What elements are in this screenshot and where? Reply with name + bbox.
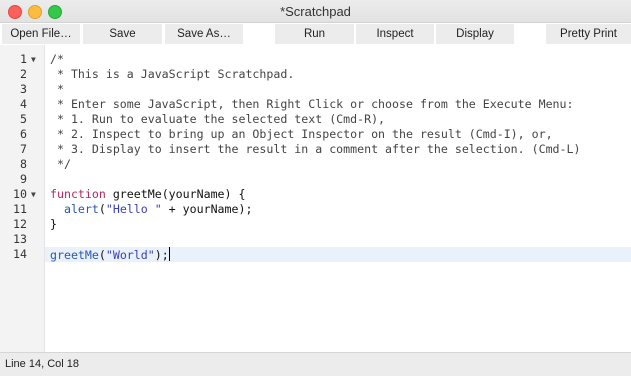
line-number: 14 xyxy=(13,247,27,261)
line-number: 5 xyxy=(20,112,27,126)
code-line[interactable]: } xyxy=(45,217,631,232)
save-as-button[interactable]: Save As… xyxy=(165,24,243,44)
code-token-plain: ( xyxy=(98,202,106,216)
line-number: 4 xyxy=(20,97,27,111)
code-line[interactable]: * 1. Run to evaluate the selected text (… xyxy=(45,112,631,127)
window-title-bar: *Scratchpad xyxy=(0,0,631,23)
line-number: 13 xyxy=(13,232,27,246)
code-line[interactable] xyxy=(45,172,631,187)
code-line[interactable]: */ xyxy=(45,157,631,172)
gutter-line: 11 xyxy=(0,202,44,217)
gutter-line: 6 xyxy=(0,127,44,142)
code-token-string: "Hello " xyxy=(105,202,162,216)
code-line[interactable]: * Enter some JavaScript, then Right Clic… xyxy=(45,97,631,112)
code-line[interactable]: * 3. Display to insert the result in a c… xyxy=(45,142,631,157)
gutter-line: 7 xyxy=(0,142,44,157)
code-token-comment: * This is a JavaScript Scratchpad. xyxy=(50,67,295,81)
gutter-line: 2 xyxy=(0,67,44,82)
display-button[interactable]: Display xyxy=(436,24,514,44)
code-token-comment: * xyxy=(50,82,64,96)
code-line[interactable] xyxy=(45,232,631,247)
line-number: 6 xyxy=(20,127,27,141)
open-file-button[interactable]: Open File… xyxy=(2,24,80,44)
code-line[interactable]: alert("Hello " + yourName); xyxy=(45,202,631,217)
code-token-comment: * 2. Inspect to bring up an Object Inspe… xyxy=(50,127,553,141)
pretty-print-button[interactable]: Pretty Print xyxy=(546,24,631,44)
code-token-plain: ( xyxy=(98,248,106,262)
gutter-line: 12 xyxy=(0,217,44,232)
gutter-line: 1 ▼ xyxy=(0,52,44,67)
code-token-plain: ); xyxy=(154,248,169,262)
code-token-string: "World" xyxy=(105,248,155,262)
line-number: 2 xyxy=(20,67,27,81)
line-number-gutter: 1 ▼ 2 3 4 5 6 7 8 9 10 ▼ 11 12 13 14 xyxy=(0,45,45,352)
run-button[interactable]: Run xyxy=(275,24,354,44)
code-token-plain: } xyxy=(50,217,57,231)
code-token-comment: * 3. Display to insert the result in a c… xyxy=(50,142,581,156)
line-number: 11 xyxy=(13,202,27,216)
code-token-func: alert xyxy=(63,202,99,216)
cursor-position: Line 14, Col 18 xyxy=(5,358,79,370)
code-line[interactable]: /* xyxy=(45,52,631,67)
window-title: *Scratchpad xyxy=(280,4,351,19)
gutter-line: 14 xyxy=(0,247,44,262)
toolbar: Open File… Save Save As… Run Inspect Dis… xyxy=(0,23,631,45)
gutter-line: 3 xyxy=(0,82,44,97)
line-number: 12 xyxy=(13,217,27,231)
code-line[interactable]: * This is a JavaScript Scratchpad. xyxy=(45,67,631,82)
code-token-comment: /* xyxy=(50,52,64,66)
inspect-button[interactable]: Inspect xyxy=(356,24,434,44)
code-line[interactable]: * 2. Inspect to bring up an Object Inspe… xyxy=(45,127,631,142)
fold-arrow-icon[interactable]: ▼ xyxy=(31,187,36,202)
code-editor[interactable]: /* * This is a JavaScript Scratchpad. * … xyxy=(45,45,631,352)
fold-arrow-icon[interactable]: ▼ xyxy=(31,52,36,67)
gutter-line: 13 xyxy=(0,232,44,247)
line-number: 7 xyxy=(20,142,27,156)
code-line[interactable]: * xyxy=(45,82,631,97)
code-token-plain: + yourName); xyxy=(161,202,253,216)
code-line[interactable]: function greetMe(yourName) { xyxy=(45,187,631,202)
line-number: 8 xyxy=(20,157,27,171)
text-cursor xyxy=(168,247,170,261)
gutter-line: 8 xyxy=(0,157,44,172)
status-bar: Line 14, Col 18 xyxy=(0,352,631,376)
save-button[interactable]: Save xyxy=(83,24,162,44)
line-number: 9 xyxy=(20,172,27,186)
code-token-comment: * 1. Run to evaluate the selected text (… xyxy=(50,112,386,126)
code-token-keyword: function xyxy=(50,187,106,201)
line-number: 1 xyxy=(20,52,27,66)
gutter-line: 4 xyxy=(0,97,44,112)
code-token-comment: */ xyxy=(50,157,71,171)
code-line-active[interactable]: greetMe("World"); xyxy=(45,247,631,262)
gutter-line: 10 ▼ xyxy=(0,187,44,202)
code-token-plain: greetMe xyxy=(112,187,162,201)
gutter-line: 5 xyxy=(0,112,44,127)
code-token-comment: * Enter some JavaScript, then Right Clic… xyxy=(50,97,574,111)
line-number: 10 xyxy=(13,187,27,201)
line-number: 3 xyxy=(20,82,27,96)
gutter-line: 9 xyxy=(0,172,44,187)
code-token-plain: (yourName) { xyxy=(161,187,246,201)
code-token-func: greetMe xyxy=(50,248,99,262)
